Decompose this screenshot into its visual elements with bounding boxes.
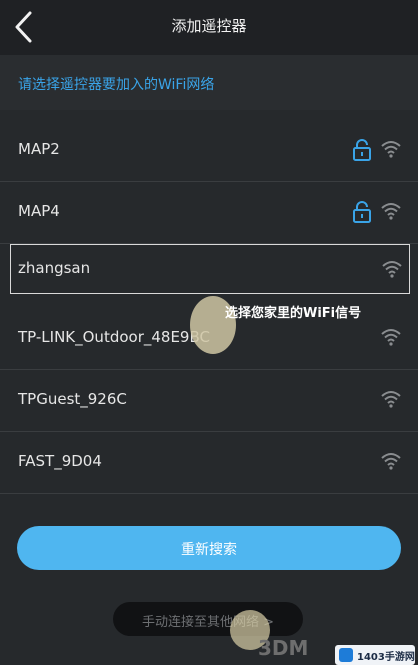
page-title: 添加遥控器 (171, 17, 247, 35)
refresh-button-label: 重新搜索 (181, 542, 237, 558)
site-badge-text: 1403手游网 (357, 652, 415, 663)
manual-connect-label: 手动连接至其他网络 > (141, 615, 275, 630)
wifi-ssid: MAP4 (18, 202, 60, 220)
refresh-button[interactable]: 重新搜索 (17, 526, 401, 570)
annotation-label: 选择您家里的WiFi信号 (225, 306, 362, 321)
wifi-signal-icon (381, 453, 401, 470)
wifi-row-map4[interactable]: MAP4 (0, 182, 418, 244)
site-watermark: 3DM (258, 636, 309, 660)
wifi-ssid: zhangsan (18, 259, 91, 277)
wifi-signal-icon (381, 391, 401, 408)
wifi-ssid: FAST_9D04 (18, 452, 102, 470)
wifi-signal-icon (381, 141, 401, 158)
lock-icon (353, 139, 371, 161)
wifi-signal-icon (382, 261, 402, 278)
lock-icon (353, 201, 371, 223)
instruction-bar: 请选择遥控器要加入的WiFi网络 (0, 55, 418, 110)
title-bar: 添加遥控器 (0, 0, 418, 55)
wifi-row-tpguest[interactable]: TPGuest_926C (0, 370, 418, 432)
wifi-ssid: MAP2 (18, 140, 60, 158)
wifi-signal-icon (381, 203, 401, 220)
site-badge: 1403手游网 (335, 645, 415, 665)
site-logo-icon (339, 648, 353, 662)
wifi-row-zhangsan[interactable]: zhangsan (10, 244, 410, 294)
manual-connect-button[interactable]: 手动连接至其他网络 > (113, 602, 303, 636)
wifi-row-fast[interactable]: FAST_9D04 (0, 432, 418, 494)
instruction-text: 请选择遥控器要加入的WiFi网络 (18, 77, 215, 93)
wifi-ssid: TPGuest_926C (18, 390, 127, 408)
wifi-signal-icon (381, 329, 401, 346)
wifi-ssid: TP-LINK_Outdoor_48E9BC (18, 328, 210, 346)
wifi-row-map2[interactable]: MAP2 (0, 120, 418, 182)
